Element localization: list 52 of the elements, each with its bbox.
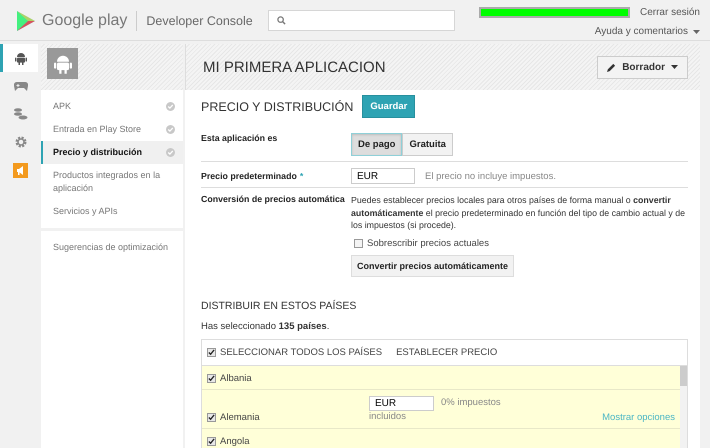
nav-item[interactable]: Entrada en Play Store xyxy=(41,118,183,141)
megaphone-icon xyxy=(13,162,28,178)
tax-note: 0% impuestos xyxy=(441,397,501,409)
price-input[interactable]: EUR xyxy=(351,168,415,184)
check-icon xyxy=(208,374,215,382)
scrollbar[interactable] xyxy=(680,366,687,448)
settings-icon xyxy=(14,136,26,148)
section-title: DISTRIBUIR EN ESTOS PAÍSES xyxy=(201,300,358,312)
pricing-toggle[interactable]: De pago xyxy=(351,133,402,156)
check-icon xyxy=(208,348,215,356)
field-label: Esta aplicación es xyxy=(201,133,278,145)
check-icon xyxy=(208,414,215,420)
search-icon xyxy=(276,16,286,25)
conversion-description: Puedes establecer precios locales para otros países de forma manual o convertir automáticamente el precio predeterminado en función del tipo de cambio actual y de los impuestos (si procede). xyxy=(351,194,686,232)
sign-out-link[interactable]: Cerrar sesión xyxy=(640,7,700,18)
gamepad-icon xyxy=(14,82,28,90)
nav-item[interactable]: Precio y distribución xyxy=(41,141,183,164)
nav-item[interactable]: Productos integrados en la aplicación xyxy=(41,164,183,200)
brand-name: Google play xyxy=(42,12,128,30)
rail-tab[interactable] xyxy=(0,44,38,72)
draft-status-button[interactable]: Borrador xyxy=(597,56,688,78)
select-all-checkbox[interactable]: SELECCIONAR TODOS LOS PAÍSES xyxy=(207,346,382,358)
search-field[interactable] xyxy=(268,10,455,31)
country-checkbox[interactable]: Alemania xyxy=(207,412,369,422)
tax-note: incluidos xyxy=(369,410,406,422)
convert-prices-button[interactable]: Convertir precios automáticamente xyxy=(351,254,514,276)
country-checkbox[interactable]: Angola xyxy=(207,436,369,446)
nav-item[interactable]: Servicios y APIs xyxy=(41,200,183,223)
product-name: Developer Console xyxy=(146,14,253,28)
section-title: PRECIO Y DISTRIBUCIÓN xyxy=(201,100,354,114)
nav-item[interactable]: Sugerencias de optimización xyxy=(41,236,183,259)
pencil-icon xyxy=(607,62,616,72)
selection-summary: Has seleccionado 135 países. xyxy=(201,320,330,332)
app-icon xyxy=(47,48,78,79)
coins-icon xyxy=(13,108,28,120)
help-menu[interactable]: Ayuda y comentarios xyxy=(594,26,700,37)
field-label: Precio predeterminado xyxy=(201,171,297,181)
nav-item[interactable]: APK xyxy=(41,95,183,118)
overwrite-checkbox[interactable]: Sobrescribir precios actuales xyxy=(354,238,489,248)
pricing-toggle[interactable]: Gratuita xyxy=(402,133,453,156)
app-title: MI PRIMERA APLICACION xyxy=(203,58,386,76)
required-mark: * xyxy=(300,171,304,181)
check-icon xyxy=(208,438,215,444)
play-logo-icon xyxy=(16,10,36,32)
android-icon xyxy=(14,52,26,64)
price-input[interactable]: EUR xyxy=(369,396,434,410)
price-hint: El precio no incluye impuestos. xyxy=(425,170,556,182)
caret-icon xyxy=(671,65,678,69)
field-label: Conversión de precios automática xyxy=(201,194,346,206)
country-checkbox[interactable]: Albania xyxy=(207,372,369,384)
caret-icon xyxy=(693,30,700,34)
column-header: ESTABLECER PRECIO xyxy=(396,346,498,358)
